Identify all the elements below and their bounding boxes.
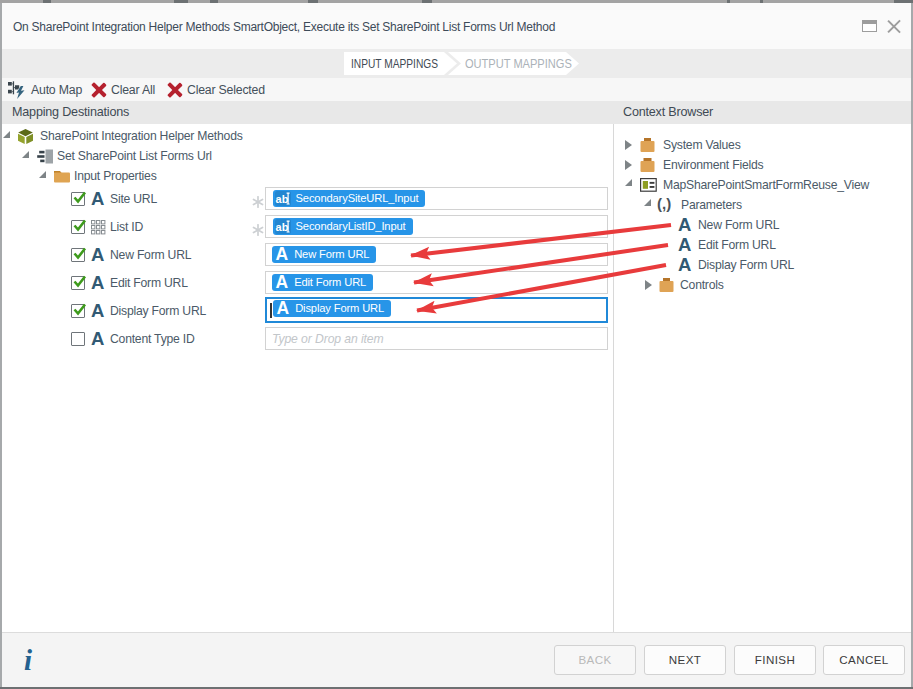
svg-text:ab: ab bbox=[275, 193, 288, 205]
svg-text:ab: ab bbox=[275, 221, 288, 233]
